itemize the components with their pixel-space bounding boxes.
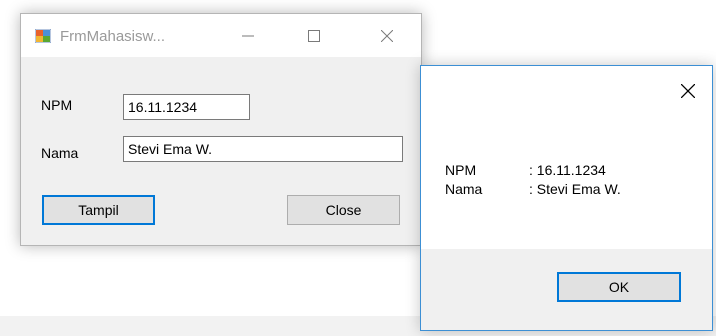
app-form-icon <box>34 28 52 44</box>
message-nama-key: Nama <box>445 181 483 197</box>
window-title: FrmMahasisw... <box>60 28 166 45</box>
form-window: FrmMahasisw... NPM 16.11.1234 Nama Stevi… <box>20 13 422 246</box>
tampil-button[interactable]: Tampil <box>42 195 155 225</box>
message-box: NPM : 16.11.1234 Nama : Stevi Ema W. OK <box>420 65 713 331</box>
close-window-button[interactable] <box>364 14 410 57</box>
message-npm-value: : 16.11.1234 <box>529 162 606 178</box>
nama-label: Nama <box>41 145 79 161</box>
messagebox-close-button[interactable] <box>674 78 702 104</box>
message-line-nama: Nama : Stevi Ema W. <box>445 181 621 197</box>
npm-label: NPM <box>41 97 73 113</box>
minimize-button[interactable] <box>225 14 271 57</box>
close-button[interactable]: Close <box>287 195 400 225</box>
ok-button[interactable]: OK <box>557 272 681 302</box>
messagebox-footer: OK <box>421 249 712 330</box>
minimize-icon <box>242 35 254 36</box>
close-icon <box>681 84 695 98</box>
nama-input[interactable]: Stevi Ema W. <box>123 136 403 162</box>
npm-input[interactable]: 16.11.1234 <box>123 94 250 120</box>
maximize-button[interactable] <box>291 14 337 57</box>
maximize-icon <box>308 29 320 42</box>
message-npm-key: NPM <box>445 162 477 178</box>
title-bar[interactable]: FrmMahasisw... <box>21 14 421 57</box>
close-icon <box>381 29 393 42</box>
message-nama-value: : Stevi Ema W. <box>529 181 621 197</box>
message-line-npm: NPM : 16.11.1234 <box>445 162 606 178</box>
